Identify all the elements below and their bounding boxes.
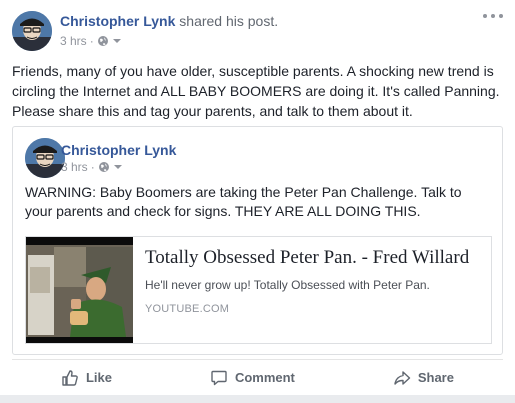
avatar[interactable] [12, 11, 52, 51]
post-text: Friends, many of you have older, suscept… [12, 63, 500, 119]
meta-separator: · [90, 160, 95, 174]
share-label: Share [417, 370, 454, 385]
post-header: Christopher Lynk shared his post. [60, 13, 278, 29]
post-timestamp[interactable]: 3 hrs [60, 34, 87, 48]
shared-post-timestamp[interactable]: 3 hrs [61, 160, 88, 174]
shared-post-text: WARNING: Baby Boomers are taking the Pet… [25, 184, 462, 219]
shared-author-name[interactable]: Christopher Lynk [61, 142, 176, 158]
thumbnail-image [26, 237, 133, 343]
comment-button[interactable]: Comment [210, 369, 295, 387]
facebook-post: Christopher Lynk shared his post. 3 hrs … [0, 0, 515, 403]
shared-avatar[interactable] [25, 138, 65, 178]
link-preview[interactable]: Totally Obsessed Peter Pan. - Fred Willa… [25, 236, 492, 344]
link-description: He'll never grow up! Totally Obsessed wi… [145, 278, 430, 292]
like-button[interactable]: Like [61, 369, 112, 387]
chevron-down-icon[interactable] [113, 164, 123, 170]
share-button[interactable]: Share [393, 369, 454, 387]
dot [483, 14, 487, 18]
link-title[interactable]: Totally Obsessed Peter Pan. - Fred Willa… [145, 247, 479, 269]
comment-label: Comment [234, 370, 295, 385]
shared-post-meta: 3 hrs · [61, 160, 123, 174]
dot [491, 14, 495, 18]
video-thumbnail[interactable] [26, 237, 133, 343]
link-info[interactable]: Totally Obsessed Peter Pan. - Fred Willa… [133, 237, 491, 343]
share-arrow-icon [393, 369, 418, 387]
avatar-image [12, 11, 52, 51]
comment-icon [210, 369, 235, 387]
shared-post[interactable]: Christopher Lynk 3 hrs · WARNING: Baby B… [12, 126, 503, 355]
post-action-text: shared his post. [179, 13, 279, 29]
author-name[interactable]: Christopher Lynk [60, 13, 175, 29]
like-label: Like [85, 370, 112, 385]
dot [499, 14, 503, 18]
thumbs-up-icon [61, 369, 86, 387]
feed-divider [0, 395, 515, 403]
chevron-down-icon[interactable] [112, 38, 122, 44]
post-actions: Like Comment Share [12, 359, 503, 391]
globe-icon[interactable] [97, 35, 109, 47]
globe-icon[interactable] [98, 161, 110, 173]
avatar-image [25, 138, 65, 178]
more-options-icon[interactable] [483, 9, 503, 23]
link-domain: YOUTUBE.COM [145, 303, 230, 315]
meta-separator: · [89, 34, 94, 48]
post-meta: 3 hrs · [60, 34, 122, 48]
